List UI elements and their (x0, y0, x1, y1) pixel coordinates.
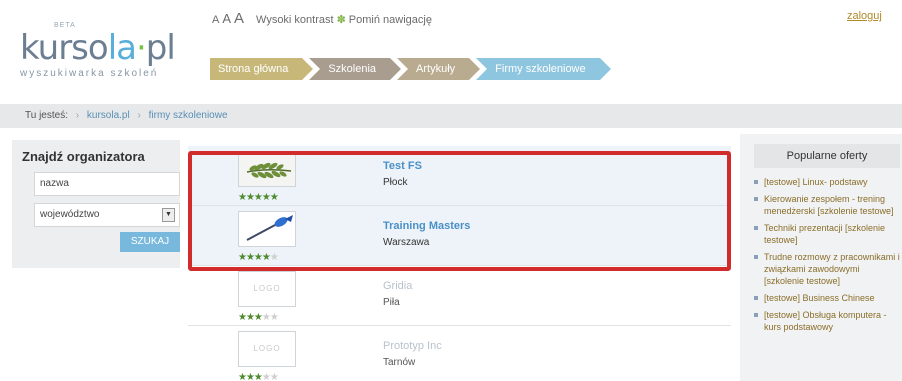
province-select-value: województwo (40, 209, 100, 220)
company-name[interactable]: Gridia (383, 280, 412, 292)
name-input[interactable]: nazwa (34, 172, 180, 196)
nav-articles[interactable]: Artykuły (397, 58, 481, 80)
find-organizer-title: Znajdź organizatora (22, 149, 145, 164)
province-select[interactable]: województwo ▼ (34, 203, 180, 227)
popular-offers-list: [testowe] Linux- podstawy Kierowanie zes… (754, 176, 900, 338)
find-organizer-panel: Znajdź organizatora nazwa województwo ▼ … (12, 140, 180, 268)
company-row[interactable]: LOGO ★★★★★ Gridia Piła (188, 266, 731, 326)
popular-offers-panel: Popularne oferty [testowe] Linux- podsta… (740, 134, 902, 381)
logo-placeholder: LOGO (253, 284, 281, 293)
site-logo[interactable]: BETA kursola·pl wyszukiwarka szkoleń (18, 18, 193, 82)
main-navigation: Strona główna Szkolenia Artykuły Firmy s… (210, 58, 612, 80)
skip-navigation-link[interactable]: Pomiń nawigację (349, 14, 432, 26)
highlight-frame (188, 151, 731, 271)
company-logo[interactable]: LOGO (238, 271, 296, 307)
popular-offer-item[interactable]: Techniki prezentacji [szkolenie testowe] (754, 222, 900, 246)
breadcrumb: Tu jesteś: › kursola.pl › firmy szkoleni… (0, 104, 902, 128)
flower-icon: ✽ (336, 14, 346, 26)
popular-offer-item[interactable]: Kierowanie zespołem - trening menedżersk… (754, 193, 900, 217)
high-contrast-link[interactable]: Wysoki kontrast (256, 14, 334, 26)
breadcrumb-item-companies[interactable]: firmy szkoleniowe (149, 110, 228, 121)
logo-wordmark: kursola·pl (20, 28, 176, 68)
font-size-large-button[interactable]: A (234, 10, 244, 27)
logo-placeholder: LOGO (253, 344, 281, 353)
nav-training-companies[interactable]: Firmy szkoleniowe (476, 58, 612, 80)
popular-offer-item[interactable]: Trudne rozmowy z pracownikami i związkam… (754, 251, 900, 287)
popular-offers-title: Popularne oferty (754, 144, 900, 168)
nav-trainings[interactable]: Szkolenia (309, 58, 401, 80)
search-button[interactable]: SZUKAJ (120, 232, 180, 252)
dropdown-arrow-icon[interactable]: ▼ (162, 208, 175, 222)
login-link[interactable]: zaloguj (847, 10, 882, 22)
popular-offer-item[interactable]: [testowe] Business Chinese (754, 292, 900, 304)
font-size-medium-button[interactable]: A (222, 11, 231, 26)
breadcrumb-prefix: Tu jesteś: (25, 110, 68, 121)
company-logo[interactable]: LOGO (238, 331, 296, 367)
rating-stars: ★★★★★ (238, 312, 279, 323)
logo-tagline: wyszukiwarka szkoleń (20, 68, 159, 79)
chevron-right-icon: › (75, 110, 80, 121)
company-city: Piła (383, 297, 400, 308)
font-size-small-button[interactable]: A (212, 14, 219, 26)
company-city: Tarnów (383, 357, 416, 368)
breadcrumb-item-home[interactable]: kursola.pl (87, 110, 130, 121)
page: BETA kursola·pl wyszukiwarka szkoleń A A… (0, 0, 902, 381)
rating-stars: ★★★★★ (238, 372, 279, 381)
company-name[interactable]: Prototyp Inc (383, 340, 442, 352)
chevron-right-icon: › (137, 110, 141, 121)
popular-offer-item[interactable]: [testowe] Obsługa komputera - kurs podst… (754, 309, 900, 333)
popular-offer-item[interactable]: [testowe] Linux- podstawy (754, 176, 900, 188)
accessibility-bar: A A A Wysoki kontrast ✽ Pomiń nawigację (212, 10, 432, 27)
company-row[interactable]: LOGO ★★★★★ Prototyp Inc Tarnów (188, 326, 731, 381)
nav-home[interactable]: Strona główna (210, 58, 314, 80)
